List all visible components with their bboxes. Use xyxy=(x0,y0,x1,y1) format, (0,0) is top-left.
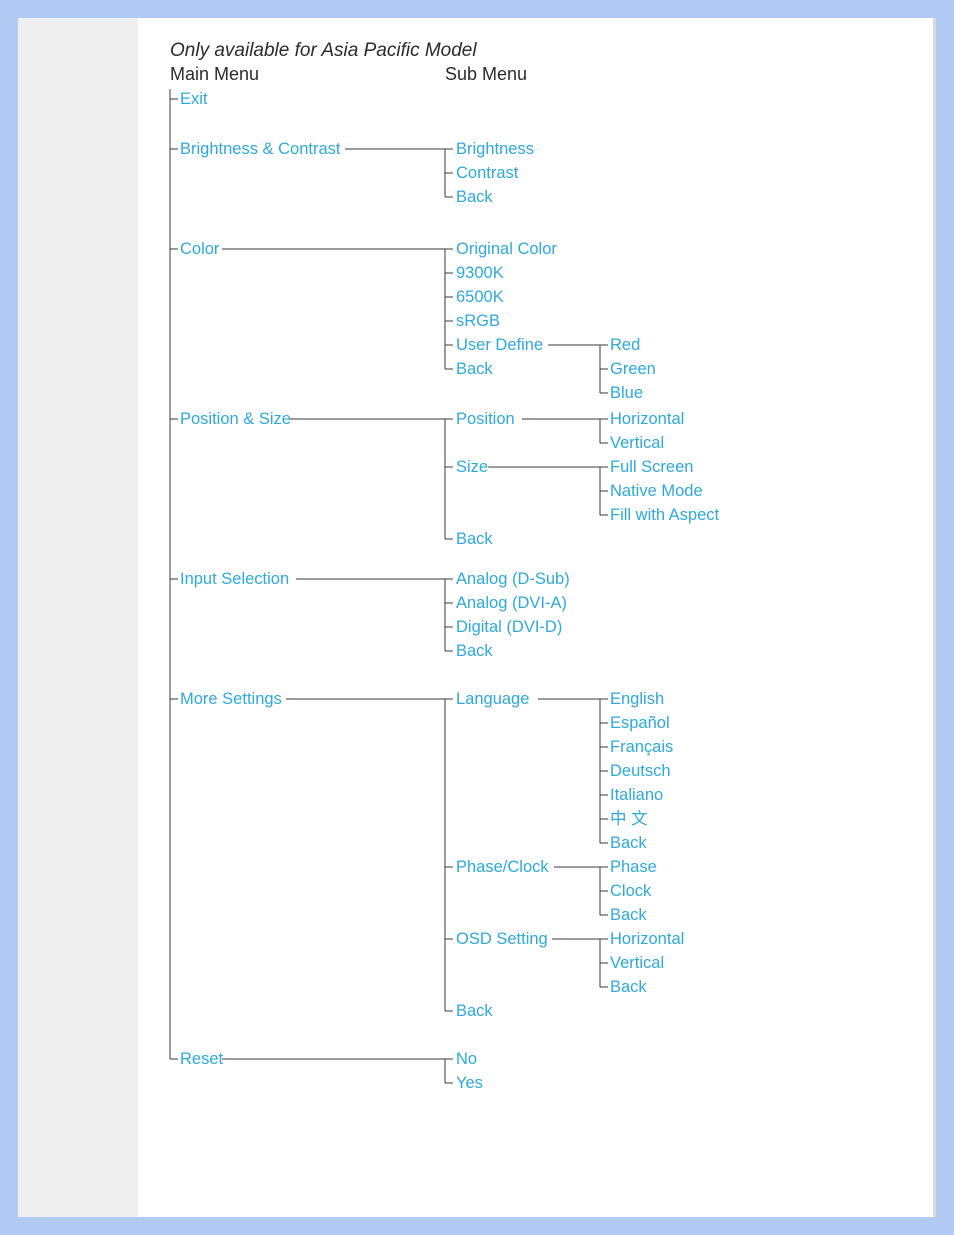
lang-deutsch: Deutsch xyxy=(610,761,671,781)
column-headers: Main Menu Sub Menu xyxy=(170,64,913,85)
sub-input-back: Back xyxy=(456,641,493,661)
reset-no: No xyxy=(456,1049,477,1069)
sub-contrast: Contrast xyxy=(456,163,518,183)
menu-tree-diagram: Exit Brightness & Contrast Color Positio… xyxy=(170,89,913,1139)
sub-full-screen: Full Screen xyxy=(610,457,693,477)
sub-analog-dsub: Analog (D-Sub) xyxy=(456,569,570,589)
sub-analog-dvia: Analog (DVI-A) xyxy=(456,593,567,613)
lang-francais: Français xyxy=(610,737,673,757)
sub-bc-back: Back xyxy=(456,187,493,207)
menu-input-selection: Input Selection xyxy=(180,569,289,589)
lang-espanol: Español xyxy=(610,713,670,733)
menu-more-settings: More Settings xyxy=(180,689,282,709)
header-sub-menu: Sub Menu xyxy=(445,64,527,85)
osd-horizontal: Horizontal xyxy=(610,929,684,949)
sub-color-back: Back xyxy=(456,359,493,379)
header-main-menu: Main Menu xyxy=(170,64,445,85)
sub-osd-setting: OSD Setting xyxy=(456,929,548,949)
menu-position-size: Position & Size xyxy=(180,409,291,429)
sub-ps-back: Back xyxy=(456,529,493,549)
sub-9300k: 9300K xyxy=(456,263,504,283)
sub-native-mode: Native Mode xyxy=(610,481,703,501)
menu-exit: Exit xyxy=(180,89,208,109)
left-gutter xyxy=(18,18,138,1217)
pc-phase: Phase xyxy=(610,857,657,877)
reset-yes: Yes xyxy=(456,1073,483,1093)
sub-position: Position xyxy=(456,409,515,429)
lang-chinese: 中 文 xyxy=(610,809,648,829)
sub-blue: Blue xyxy=(610,383,643,403)
sub-original-color: Original Color xyxy=(456,239,557,259)
sub-green: Green xyxy=(610,359,656,379)
sub-red: Red xyxy=(610,335,640,355)
sub-fill-aspect: Fill with Aspect xyxy=(610,505,719,525)
menu-brightness-contrast: Brightness & Contrast xyxy=(180,139,341,159)
sub-6500k: 6500K xyxy=(456,287,504,307)
sub-brightness: Brightness xyxy=(456,139,534,159)
osd-vertical: Vertical xyxy=(610,953,664,973)
pc-back: Back xyxy=(610,905,647,925)
sub-language: Language xyxy=(456,689,529,709)
lang-italiano: Italiano xyxy=(610,785,663,805)
lang-back: Back xyxy=(610,833,647,853)
sub-size: Size xyxy=(456,457,488,477)
availability-note: Only available for Asia Pacific Model xyxy=(170,40,913,62)
page-sheet: Only available for Asia Pacific Model Ma… xyxy=(18,18,936,1217)
menu-reset: Reset xyxy=(180,1049,223,1069)
menu-color: Color xyxy=(180,239,219,259)
sub-pos-horizontal: Horizontal xyxy=(610,409,684,429)
sub-srgb: sRGB xyxy=(456,311,500,331)
sub-pos-vertical: Vertical xyxy=(610,433,664,453)
osd-back: Back xyxy=(610,977,647,997)
sub-digital-dvid: Digital (DVI-D) xyxy=(456,617,562,637)
pc-clock: Clock xyxy=(610,881,651,901)
sub-phase-clock: Phase/Clock xyxy=(456,857,549,877)
sub-more-back: Back xyxy=(456,1001,493,1021)
content-area: Only available for Asia Pacific Model Ma… xyxy=(170,40,913,1197)
lang-english: English xyxy=(610,689,664,709)
sub-user-define: User Define xyxy=(456,335,543,355)
